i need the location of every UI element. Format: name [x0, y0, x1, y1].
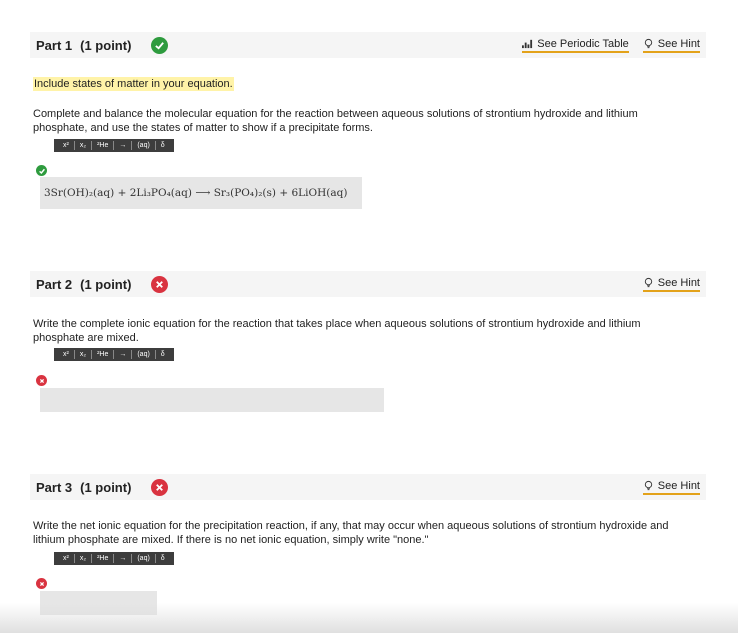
- part1-title: Part 1: [36, 37, 73, 53]
- part1-points: (1 point): [80, 37, 132, 53]
- states-instruction: Include states of matter in your equatio…: [33, 77, 234, 91]
- part3-question: Write the net ionic equation for the pre…: [33, 520, 669, 546]
- lightbulb-icon: [644, 38, 652, 49]
- part2-see-hint-link[interactable]: See Hint: [642, 276, 700, 292]
- part3-header: Part 3 (1 point) See Hint: [30, 474, 706, 500]
- part1-see-hint-link[interactable]: See Hint: [642, 37, 700, 53]
- element-button[interactable]: ²He: [92, 350, 115, 359]
- part2-header: Part 2 (1 point) See Hint: [30, 271, 706, 297]
- subscript-button[interactable]: x₂: [75, 350, 93, 359]
- subscript-button[interactable]: x₂: [75, 141, 93, 150]
- charge-button[interactable]: δ: [156, 141, 170, 150]
- part1-see-hint-label: See Hint: [657, 37, 700, 50]
- part2-answer-box[interactable]: [40, 388, 384, 412]
- charge-button[interactable]: δ: [156, 350, 170, 359]
- part2-see-hint-label: See Hint: [657, 276, 700, 289]
- part1-correct-icon: [36, 165, 47, 176]
- x-icon: [151, 478, 169, 496]
- part1-toolbar: x² x₂ ²He → (aq) δ: [54, 139, 174, 152]
- superscript-button[interactable]: x²: [58, 350, 75, 359]
- part1-header: Part 1 (1 point) See Periodic Table See …: [30, 32, 706, 58]
- part2-question: Write the complete ionic equation for th…: [33, 318, 641, 344]
- part1-answer-equation: 3Sr(OH)₂(aq) + 2Li₃PO₄(aq) ⟶ Sr₃(PO₄)₂(s…: [44, 187, 348, 199]
- arrow-button[interactable]: →: [114, 350, 133, 359]
- state-button[interactable]: (aq): [132, 141, 156, 150]
- periodic-table-icon: [522, 39, 533, 49]
- state-button[interactable]: (aq): [132, 350, 156, 359]
- check-icon: [151, 36, 169, 54]
- part3-incorrect-icon: [36, 578, 47, 589]
- see-periodic-table-link[interactable]: See Periodic Table: [522, 38, 629, 53]
- state-button[interactable]: (aq): [132, 554, 156, 563]
- subscript-button[interactable]: x₂: [75, 554, 93, 563]
- arrow-button[interactable]: →: [114, 554, 133, 563]
- part3-see-hint-label: See Hint: [657, 479, 700, 492]
- x-icon: [151, 275, 169, 293]
- superscript-button[interactable]: x²: [58, 141, 75, 150]
- superscript-button[interactable]: x²: [58, 554, 75, 563]
- arrow-button[interactable]: →: [114, 141, 133, 150]
- part2-toolbar: x² x₂ ²He → (aq) δ: [54, 348, 174, 361]
- part3-see-hint-link[interactable]: See Hint: [642, 479, 700, 495]
- part1-answer-box[interactable]: 3Sr(OH)₂(aq) + 2Li₃PO₄(aq) ⟶ Sr₃(PO₄)₂(s…: [40, 177, 362, 209]
- part3-points: (1 point): [80, 479, 132, 495]
- part2-points: (1 point): [80, 276, 132, 292]
- part3-toolbar: x² x₂ ²He → (aq) δ: [54, 552, 174, 565]
- part2-title: Part 2: [36, 276, 73, 292]
- lightbulb-icon: [644, 277, 652, 288]
- lightbulb-icon: [644, 480, 652, 491]
- see-periodic-table-label: See Periodic Table: [537, 37, 629, 50]
- part2-incorrect-icon: [36, 375, 47, 386]
- element-button[interactable]: ²He: [92, 141, 115, 150]
- page-bottom-shadow: [0, 603, 738, 633]
- element-button[interactable]: ²He: [92, 554, 115, 563]
- charge-button[interactable]: δ: [156, 554, 170, 563]
- part1-question: Complete and balance the molecular equat…: [33, 108, 638, 134]
- part3-title: Part 3: [36, 479, 73, 495]
